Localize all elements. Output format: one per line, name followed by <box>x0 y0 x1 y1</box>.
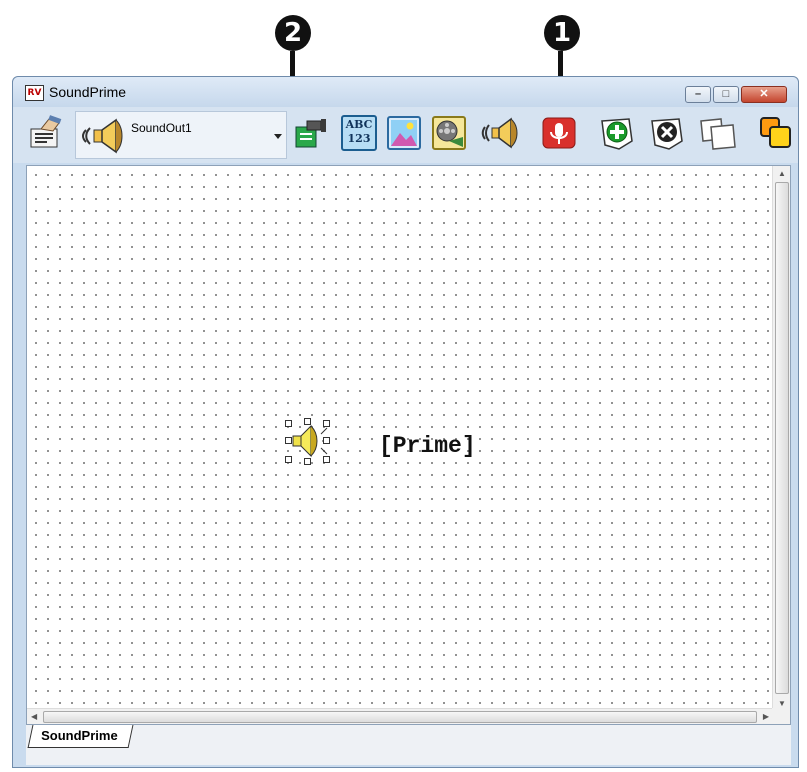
text-abc-icon: ABC 123 <box>343 118 375 146</box>
copy-button[interactable] <box>699 115 736 151</box>
minimize-button[interactable]: – <box>685 86 711 103</box>
scroll-left-icon[interactable]: ◀ <box>31 712 37 721</box>
scroll-right-icon[interactable]: ▶ <box>763 712 769 721</box>
horizontal-scrollbar[interactable]: ◀ ▶ <box>27 708 773 724</box>
maximize-button[interactable]: □ <box>713 86 739 103</box>
camera-sign-button[interactable] <box>293 115 329 151</box>
scroll-down-icon[interactable]: ▼ <box>778 699 786 708</box>
tab-label: SoundPrime <box>41 728 118 743</box>
resize-handle-n[interactable] <box>304 418 311 425</box>
properties-button[interactable] <box>27 115 63 151</box>
picture-icon <box>387 116 421 150</box>
sound-output-icon <box>481 117 518 149</box>
resize-handle-ne[interactable] <box>323 420 330 427</box>
add-icon <box>601 118 633 150</box>
canvas-label: [Prime] <box>379 433 476 459</box>
resize-handle-sw[interactable] <box>285 456 292 463</box>
microphone-button[interactable] <box>541 115 577 151</box>
app-icon: RV <box>25 85 44 101</box>
add-button[interactable] <box>599 115 635 151</box>
sound-output-select[interactable]: SoundOut1 <box>75 111 287 159</box>
copy-icon <box>700 118 736 150</box>
abc-label: ABC <box>345 118 373 131</box>
num-label: 123 <box>347 132 371 145</box>
tab-strip: SoundPrime <box>26 725 791 765</box>
text-abc-button[interactable]: ABC 123 <box>341 115 377 151</box>
microphone-icon <box>542 117 576 149</box>
chevron-down-icon <box>274 134 282 139</box>
callout-1: 1 <box>544 15 580 51</box>
window-title: SoundPrime <box>49 84 127 100</box>
bring-front-icon <box>760 117 791 148</box>
vertical-scrollbar[interactable]: ▲ ▼ <box>772 166 790 710</box>
camera-sign-icon <box>295 119 326 148</box>
callout-2: 2 <box>275 15 311 51</box>
scroll-corner <box>772 708 790 724</box>
app-window: RV SoundPrime – □ ✕ SoundOut1 ABC 123 [P… <box>12 76 799 768</box>
toolbar: SoundOut1 ABC 123 <box>13 107 798 163</box>
resize-handle-nw[interactable] <box>285 420 292 427</box>
selected-sound-object[interactable] <box>285 418 345 466</box>
remove-button[interactable] <box>649 115 685 151</box>
sound-output-value: SoundOut1 <box>131 121 192 135</box>
video-button[interactable] <box>431 115 467 151</box>
resize-handle-se[interactable] <box>323 456 330 463</box>
picture-button[interactable] <box>386 115 422 151</box>
resize-handle-w[interactable] <box>285 437 292 444</box>
design-canvas[interactable]: [Prime] ▲ ▼ ◀ ▶ <box>26 165 791 725</box>
tab-soundprime[interactable]: SoundPrime <box>27 725 134 748</box>
close-button[interactable]: ✕ <box>741 86 787 103</box>
scroll-up-icon[interactable]: ▲ <box>778 169 786 178</box>
sound-output-button[interactable] <box>481 115 518 151</box>
close-icon: ✕ <box>759 88 769 100</box>
minimize-icon: – <box>694 88 702 100</box>
maximize-icon: □ <box>722 88 730 100</box>
resize-handle-e[interactable] <box>323 437 330 444</box>
resize-handle-s[interactable] <box>304 458 311 465</box>
bring-front-button[interactable] <box>757 115 793 151</box>
remove-icon <box>651 118 683 150</box>
title-bar[interactable]: RV SoundPrime – □ ✕ <box>13 77 798 107</box>
video-icon <box>432 116 466 150</box>
speaker-icon <box>82 118 123 154</box>
horizontal-scroll-thumb[interactable] <box>43 711 757 723</box>
vertical-scroll-thumb[interactable] <box>775 182 789 694</box>
sound-object-speaker-icon <box>292 424 330 458</box>
properties-icon <box>30 115 62 148</box>
